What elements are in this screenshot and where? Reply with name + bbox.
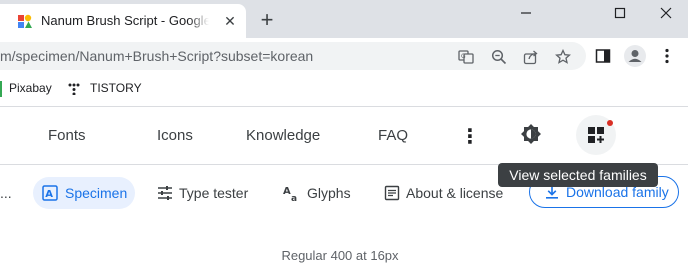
- menu-icon[interactable]: [658, 47, 676, 65]
- tab-about-license[interactable]: About & license: [384, 177, 503, 209]
- bookmark-pixabay[interactable]: Pixabay: [9, 81, 52, 95]
- share-icon[interactable]: [523, 49, 539, 65]
- tab-type-tester[interactable]: Type tester: [157, 177, 248, 209]
- pixabay-favicon-icon: [0, 81, 2, 97]
- tab-specimen-label: Specimen: [65, 185, 128, 201]
- theme-toggle-icon[interactable]: [520, 123, 542, 145]
- tab-type-tester-label: Type tester: [179, 185, 249, 201]
- article-icon: [384, 185, 400, 201]
- google-fonts-favicon-icon: [17, 13, 33, 29]
- tab-glyphs-label: Glyphs: [307, 185, 351, 201]
- url-text[interactable]: m/specimen/Nanum+Brush+Script?subset=kor…: [0, 48, 313, 64]
- nav-knowledge[interactable]: Knowledge: [246, 127, 320, 144]
- specimen-caption: Regular 400 at 16px: [281, 248, 399, 263]
- selected-families-tooltip: View selected families: [498, 163, 658, 187]
- nav-faq[interactable]: FAQ: [378, 127, 408, 144]
- svg-text:G: G: [461, 53, 466, 60]
- more-options-icon[interactable]: ⋮: [460, 124, 480, 149]
- maximize-icon[interactable]: [597, 0, 643, 26]
- browser-tab[interactable]: Nanum Brush Script - Google Fonts ✕: [0, 4, 246, 38]
- selected-families-icon: [588, 127, 604, 143]
- close-icon[interactable]: [643, 0, 688, 26]
- address-bar[interactable]: m/specimen/Nanum+Brush+Script?subset=kor…: [0, 42, 586, 70]
- tab-about-license-label: About & license: [406, 185, 504, 201]
- star-icon[interactable]: [555, 49, 571, 65]
- tistory-favicon-icon: [68, 82, 80, 100]
- tab-strip: Nanum Brush Script - Google Fonts ✕ +: [0, 0, 688, 38]
- bookmark-tistory[interactable]: TISTORY: [90, 81, 142, 95]
- bookmarks-bar: Pixabay TISTORY: [0, 74, 688, 107]
- subnav-overflow[interactable]: ...: [0, 177, 12, 209]
- minimize-icon[interactable]: [503, 0, 549, 26]
- tab-close-icon[interactable]: ✕: [222, 13, 238, 29]
- svg-text:A: A: [283, 186, 291, 197]
- svg-text:a: a: [291, 194, 297, 202]
- site-header: Fonts Icons Knowledge FAQ ⋮: [0, 107, 688, 165]
- sidebar-icon[interactable]: [594, 47, 612, 65]
- new-tab-button[interactable]: +: [257, 9, 277, 31]
- nav-icons[interactable]: Icons: [157, 127, 193, 144]
- translate-icon[interactable]: G: [458, 49, 474, 65]
- zoom-icon[interactable]: [491, 49, 507, 65]
- specimen-icon: A: [41, 184, 59, 202]
- tab-title: Nanum Brush Script - Google Fonts: [41, 13, 209, 28]
- selected-families-button[interactable]: [576, 115, 616, 155]
- tab-glyphs[interactable]: A a Glyphs: [283, 177, 351, 209]
- glyphs-icon: A a: [283, 184, 301, 202]
- nav-fonts[interactable]: Fonts: [48, 127, 86, 144]
- profile-icon[interactable]: [624, 45, 646, 67]
- tab-specimen[interactable]: A Specimen: [33, 177, 136, 209]
- browser-toolbar: m/specimen/Nanum+Brush+Script?subset=kor…: [0, 38, 688, 74]
- notification-dot: [607, 120, 613, 126]
- sliders-icon: [157, 185, 173, 201]
- svg-text:A: A: [45, 189, 53, 200]
